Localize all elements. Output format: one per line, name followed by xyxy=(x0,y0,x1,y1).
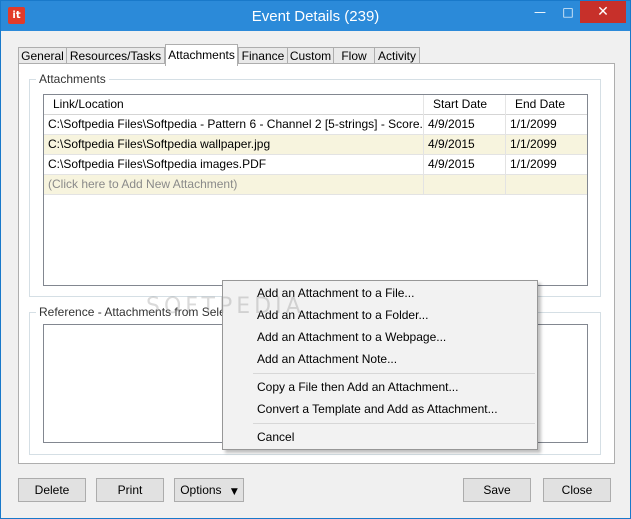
menu-item-copy-file-add-attachment[interactable]: Copy a File then Add an Attachment... xyxy=(257,376,458,398)
cell-start-date xyxy=(424,175,506,194)
minimize-button[interactable]: — xyxy=(526,1,554,23)
cell-end-date: 1/1/2099 xyxy=(510,137,557,151)
column-header-link-location[interactable]: Link/Location xyxy=(44,95,424,115)
column-header-end-date[interactable]: End Date xyxy=(506,95,587,115)
cell-start-date: 4/9/2015 xyxy=(424,155,506,174)
chevron-down-icon: ▼ xyxy=(230,487,238,497)
cell-end-date xyxy=(506,175,587,194)
options-button[interactable]: Options ▼ xyxy=(174,478,244,502)
event-details-window: it Event Details (239) — □ ✕ General Res… xyxy=(0,0,631,519)
cell-location: C:\Softpedia Files\Softpedia images.PDF xyxy=(44,155,424,174)
add-new-attachment-row[interactable]: (Click here to Add New Attachment) xyxy=(44,175,587,195)
cell-start-date: 4/9/2015 xyxy=(424,115,506,134)
cell-start-date: 4/9/2015 xyxy=(424,135,506,154)
menu-item-convert-template[interactable]: Convert a Template and Add as Attachment… xyxy=(257,398,498,420)
menu-separator xyxy=(253,423,535,424)
menu-item-add-attachment-folder[interactable]: Add an Attachment to a Folder... xyxy=(257,304,428,326)
attachments-group-label: Attachments xyxy=(36,72,109,86)
save-button[interactable]: Save xyxy=(463,478,531,502)
menu-item-cancel[interactable]: Cancel xyxy=(257,426,294,448)
menu-icon-gutter xyxy=(223,281,249,449)
menu-item-add-attachment-webpage[interactable]: Add an Attachment to a Webpage... xyxy=(257,326,446,348)
menu-separator xyxy=(253,373,535,374)
maximize-button[interactable]: □ xyxy=(554,1,582,23)
close-button[interactable]: Close xyxy=(543,478,611,502)
close-window-button[interactable]: ✕ xyxy=(580,1,626,23)
table-row[interactable]: C:\Softpedia Files\Softpedia - Pattern 6… xyxy=(44,115,587,135)
cell-end-date: 1/1/2099 xyxy=(510,157,557,171)
cell-end-date: 1/1/2099 xyxy=(510,117,557,131)
attachments-grid[interactable]: Link/Location Start Date End Date C:\Sof… xyxy=(43,94,588,286)
tab-attachments[interactable]: Attachments xyxy=(165,44,238,66)
menu-item-add-attachment-note[interactable]: Add an Attachment Note... xyxy=(257,348,397,370)
table-row[interactable]: C:\Softpedia Files\Softpedia wallpaper.j… xyxy=(44,135,587,155)
reference-group-label: Reference - Attachments from Selected xyxy=(36,305,252,319)
add-new-attachment-placeholder[interactable]: (Click here to Add New Attachment) xyxy=(44,175,424,194)
column-header-start-date[interactable]: Start Date xyxy=(424,95,506,115)
grid-header: Link/Location Start Date End Date xyxy=(44,95,587,115)
delete-button[interactable]: Delete xyxy=(18,478,86,502)
print-button[interactable]: Print xyxy=(96,478,164,502)
title-bar[interactable]: it Event Details (239) — □ ✕ xyxy=(1,1,630,31)
cell-location: C:\Softpedia Files\Softpedia - Pattern 6… xyxy=(44,115,424,134)
table-row[interactable]: C:\Softpedia Files\Softpedia images.PDF … xyxy=(44,155,587,175)
cell-location: C:\Softpedia Files\Softpedia wallpaper.j… xyxy=(44,135,424,154)
options-context-menu: Add an Attachment to a File... Add an At… xyxy=(222,280,538,450)
menu-item-add-attachment-file[interactable]: Add an Attachment to a File... xyxy=(257,282,414,304)
options-label: Options xyxy=(180,483,222,497)
